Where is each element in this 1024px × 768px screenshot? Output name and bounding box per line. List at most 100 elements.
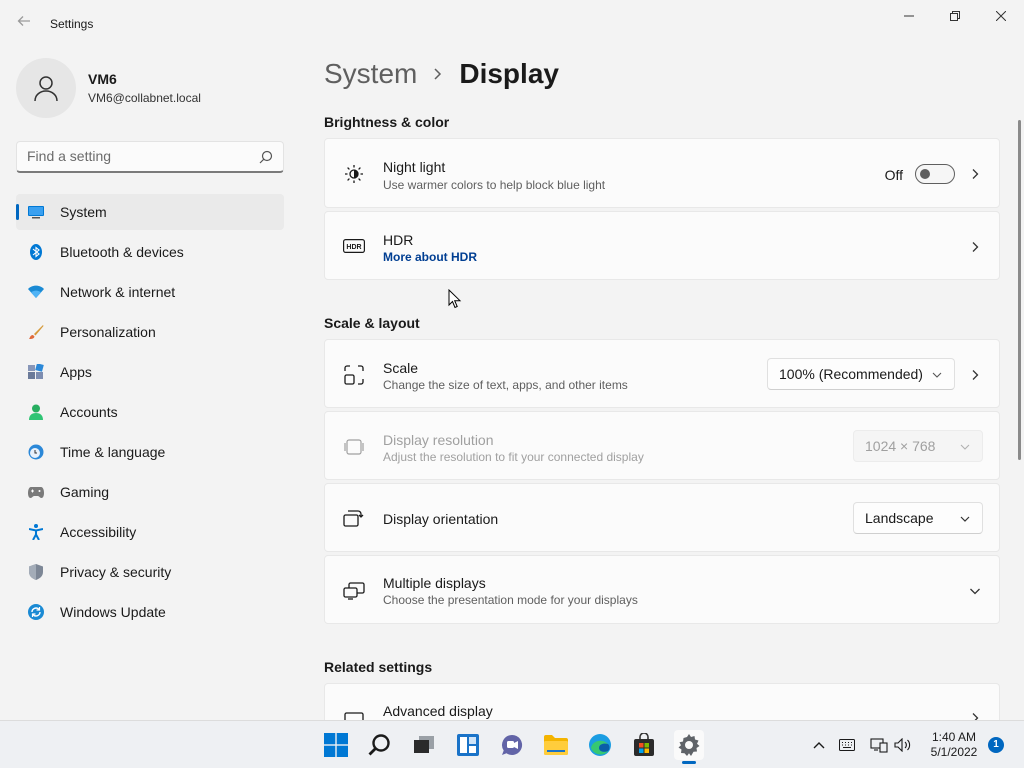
display-resolution-title: Display resolution <box>383 432 494 448</box>
advanced-display-card[interactable]: Advanced display <box>324 683 1000 726</box>
sidebar-item-apps[interactable]: Apps <box>16 354 284 390</box>
profile-name: VM6 <box>88 71 117 87</box>
taskbar: 1:40 AM 5/1/2022 1 <box>0 720 1024 768</box>
back-arrow-icon <box>17 16 30 26</box>
scale-subtitle: Change the size of text, apps, and other… <box>383 378 628 392</box>
widgets-icon <box>457 734 479 756</box>
multiple-displays-card[interactable]: Multiple displays Choose the presentatio… <box>324 555 1000 624</box>
close-icon <box>996 11 1006 21</box>
edge-browser-button[interactable] <box>586 731 614 759</box>
sidebar-item-bluetooth[interactable]: Bluetooth & devices <box>16 234 284 270</box>
file-explorer-button[interactable] <box>542 731 570 759</box>
section-title-brightness: Brightness & color <box>324 114 450 130</box>
keyboard-tray-button[interactable] <box>838 736 856 754</box>
restore-icon <box>950 11 960 21</box>
chevron-down-icon <box>960 444 970 450</box>
network-icon <box>870 738 888 753</box>
brush-icon <box>28 324 44 340</box>
sidebar-item-label: Bluetooth & devices <box>60 244 184 260</box>
app-title: Settings <box>50 17 94 31</box>
apps-icon <box>28 364 44 380</box>
orientation-icon <box>343 508 365 530</box>
gear-icon <box>678 734 700 756</box>
sidebar-item-personalization[interactable]: Personalization <box>16 314 284 350</box>
night-light-toggle[interactable] <box>915 164 955 184</box>
sidebar-item-accessibility[interactable]: Accessibility <box>16 514 284 550</box>
content-scrollbar[interactable] <box>1018 120 1021 460</box>
shield-icon <box>28 564 44 580</box>
sidebar-item-label: Accessibility <box>60 524 137 540</box>
network-tray-button[interactable] <box>870 736 888 754</box>
night-light-toggle-state: Off <box>884 167 903 183</box>
sidebar-item-label: Time & language <box>60 444 166 460</box>
back-button[interactable] <box>12 12 36 36</box>
sidebar-item-gaming[interactable]: Gaming <box>16 474 284 510</box>
sidebar-item-label: Apps <box>60 364 92 380</box>
profile-email: VM6@collabnet.local <box>88 91 201 105</box>
task-view-button[interactable] <box>410 731 438 759</box>
chevron-down-icon <box>932 372 942 378</box>
restore-button[interactable] <box>932 0 978 32</box>
user-profile[interactable]: VM6 VM6@collabnet.local <box>16 58 201 118</box>
system-icon <box>28 204 44 220</box>
bluetooth-icon <box>28 244 44 260</box>
scale-dropdown[interactable]: 100% (Recommended) <box>767 358 955 390</box>
taskbar-search-button[interactable] <box>366 731 394 759</box>
chat-icon <box>502 734 523 755</box>
close-button[interactable] <box>978 0 1024 32</box>
breadcrumb-parent[interactable]: System <box>324 58 417 90</box>
sidebar-item-label: Accounts <box>60 404 118 420</box>
display-resolution-card: Display resolution Adjust the resolution… <box>324 411 1000 480</box>
sidebar-item-windows-update[interactable]: Windows Update <box>16 594 284 630</box>
scale-icon <box>343 364 365 386</box>
sidebar-item-label: Privacy & security <box>60 564 172 580</box>
windows-logo-icon <box>324 733 348 757</box>
widgets-button[interactable] <box>454 731 482 759</box>
minimize-icon <box>904 15 914 17</box>
sidebar-item-label: Network & internet <box>60 284 176 300</box>
sidebar-item-label: Windows Update <box>60 604 166 620</box>
night-light-card[interactable]: Night light Use warmer colors to help bl… <box>324 138 1000 208</box>
hdr-learn-more-link[interactable]: More about HDR <box>383 250 477 264</box>
sidebar-item-system[interactable]: System <box>16 194 284 230</box>
accounts-icon <box>28 404 44 420</box>
search-icon[interactable] <box>259 150 273 164</box>
volume-tray-button[interactable] <box>894 736 912 754</box>
store-icon <box>634 733 654 756</box>
clock-time: 1:40 AM <box>931 730 977 744</box>
search-input[interactable] <box>17 142 247 170</box>
breadcrumb: System Display <box>324 58 559 90</box>
resolution-dropdown-value: 1024 × 768 <box>865 438 936 454</box>
speaker-icon <box>894 738 911 752</box>
taskbar-clock[interactable]: 1:40 AM 5/1/2022 <box>924 730 984 760</box>
section-title-scale-layout: Scale & layout <box>324 315 420 331</box>
sidebar-item-privacy-security[interactable]: Privacy & security <box>16 554 284 590</box>
settings-app-button[interactable] <box>674 730 704 760</box>
hdr-title: HDR <box>383 232 414 248</box>
task-view-icon <box>414 736 434 753</box>
hdr-card[interactable]: HDR HDR More about HDR <box>324 211 1000 280</box>
microsoft-store-button[interactable] <box>630 731 658 759</box>
display-orientation-card[interactable]: Display orientation Landscape <box>324 483 1000 552</box>
update-icon <box>28 604 44 620</box>
search-box[interactable] <box>16 141 284 173</box>
multiple-displays-title: Multiple displays <box>383 575 486 591</box>
notification-badge[interactable]: 1 <box>988 737 1004 753</box>
chevron-down-icon[interactable] <box>969 585 981 597</box>
teams-chat-button[interactable] <box>498 731 526 759</box>
scale-card[interactable]: Scale Change the size of text, apps, and… <box>324 339 1000 408</box>
sidebar-item-network[interactable]: Network & internet <box>16 274 284 310</box>
multiple-displays-icon <box>343 580 365 602</box>
sidebar-item-time-language[interactable]: Time & language <box>16 434 284 470</box>
display-resolution-subtitle: Adjust the resolution to fit your connec… <box>383 450 644 464</box>
chevron-right-icon <box>972 370 979 380</box>
wifi-icon <box>28 284 44 300</box>
hdr-icon: HDR <box>343 235 365 257</box>
start-button[interactable] <box>322 731 350 759</box>
display-orientation-title: Display orientation <box>383 511 499 527</box>
minimize-button[interactable] <box>886 0 932 32</box>
orientation-dropdown[interactable]: Landscape <box>853 502 983 534</box>
search-icon <box>368 734 390 756</box>
sidebar-item-accounts[interactable]: Accounts <box>16 394 284 430</box>
show-hidden-icons-button[interactable] <box>810 736 828 754</box>
